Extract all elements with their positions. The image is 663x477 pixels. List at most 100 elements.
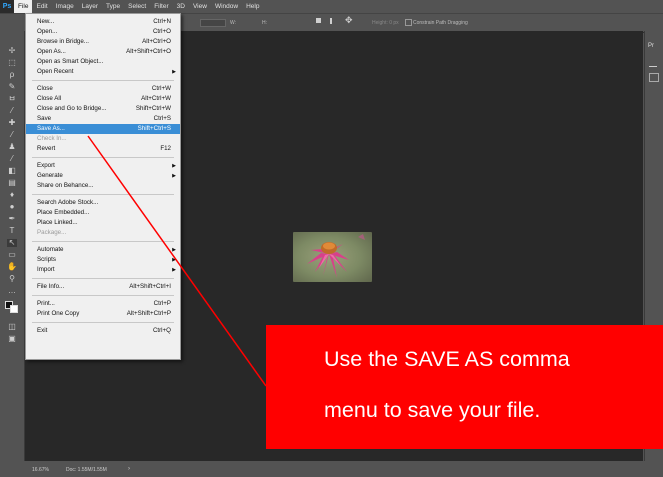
menu-item-shortcut: Alt+Shift+Ctrl+O — [126, 48, 171, 55]
width-field[interactable] — [200, 19, 226, 27]
menu-item-close-all[interactable]: Close All Alt+Ctrl+W — [26, 94, 180, 104]
menu-item-scripts[interactable]: Scripts ▶ — [26, 255, 180, 265]
path-alignment-icon[interactable] — [330, 18, 338, 24]
menu-item-import[interactable]: Import ▶ — [26, 265, 180, 275]
properties-panel-label[interactable]: Pr — [648, 43, 654, 49]
zoom-level[interactable]: 16.67% — [32, 467, 49, 473]
menu-image[interactable]: Image — [52, 0, 78, 13]
quick-select-icon[interactable]: ✎ — [7, 83, 17, 91]
status-arrow-icon[interactable]: › — [128, 466, 130, 472]
menu-item-label: Scripts — [37, 256, 56, 263]
screen-mode-icon[interactable]: ▣ — [7, 335, 17, 343]
type-tool-icon[interactable]: T — [7, 227, 17, 235]
rectangle-tool-icon[interactable]: ▭ — [7, 251, 17, 259]
menu-3d[interactable]: 3D — [173, 0, 189, 13]
adjustments-icon[interactable] — [649, 59, 657, 67]
menu-item-label: Close All — [37, 95, 62, 102]
blur-tool-icon[interactable]: ♦ — [7, 191, 17, 199]
background-color-swatch[interactable] — [10, 305, 18, 313]
more-tools-icon[interactable]: … — [7, 287, 17, 295]
hand-tool-icon[interactable]: ✋ — [7, 263, 17, 271]
menu-item-shortcut: Ctrl+O — [152, 28, 171, 35]
height-field-label: H: — [262, 20, 267, 26]
menu-item-place-linked[interactable]: Place Linked... — [26, 218, 180, 228]
menu-edit[interactable]: Edit — [32, 0, 51, 13]
menu-separator — [32, 278, 174, 279]
clone-stamp-icon[interactable]: ♟ — [7, 143, 17, 151]
menu-item-exit[interactable]: Exit Ctrl+Q — [26, 326, 180, 336]
menu-item-shortcut: F12 — [160, 145, 171, 152]
menu-window[interactable]: Window — [211, 0, 242, 13]
menu-item-shortcut: Ctrl+S — [153, 115, 171, 122]
tools-panel: ✢ ⬚ ρ ✎ ㅂ ⁄ ✚ ⁄ ♟ ⁄ ◧ ▤ ♦ ● ✒ T ↖ ▭ ✋ ⚲ … — [0, 31, 25, 461]
menu-item-generate[interactable]: Generate ▶ — [26, 171, 180, 181]
file-menu-dropdown: New... Ctrl+N Open... Ctrl+O Browse in Bri… — [25, 13, 181, 360]
menu-item-print[interactable]: Print... Ctrl+P — [26, 299, 180, 309]
layers-icon[interactable] — [649, 73, 659, 82]
eyedropper-icon[interactable]: ⁄ — [7, 107, 17, 115]
menu-item-share-on-behance[interactable]: Share on Behance... — [26, 181, 180, 191]
constrain-checkbox[interactable] — [405, 19, 412, 26]
lasso-tool-icon[interactable]: ρ — [7, 71, 17, 79]
menu-item-save[interactable]: Save Ctrl+S — [26, 114, 180, 124]
menu-item-shortcut: Ctrl+W — [151, 85, 171, 92]
quick-mask-icon[interactable]: ◫ — [7, 323, 17, 331]
menu-item-browse-in-bridge[interactable]: Browse in Bridge... Alt+Ctrl+O — [26, 37, 180, 47]
path-operations-icon[interactable] — [316, 18, 321, 23]
submenu-arrow-icon: ▶ — [172, 173, 176, 179]
menu-item-close[interactable]: Close Ctrl+W — [26, 84, 180, 94]
menu-item-shortcut: Ctrl+N — [153, 18, 171, 25]
submenu-arrow-icon: ▶ — [172, 247, 176, 253]
menu-item-label: Print... — [37, 300, 55, 307]
menu-item-place-embedded[interactable]: Place Embedded... — [26, 208, 180, 218]
menu-layer[interactable]: Layer — [78, 0, 102, 13]
history-brush-icon[interactable]: ⁄ — [7, 155, 17, 163]
crop-tool-icon[interactable]: ㅂ — [7, 95, 17, 103]
menu-item-open-as-smart-object[interactable]: Open as Smart Object... — [26, 57, 180, 67]
zoom-tool-icon[interactable]: ⚲ — [7, 275, 17, 283]
height-readout: Height: 0 px — [372, 20, 399, 26]
menu-item-label: Close — [37, 85, 53, 92]
menu-select[interactable]: Select — [124, 0, 150, 13]
path-select-icon[interactable]: ↖ — [7, 239, 17, 247]
menu-item-file-info[interactable]: File Info... Alt+Shift+Ctrl+I — [26, 282, 180, 292]
submenu-arrow-icon: ▶ — [172, 257, 176, 263]
menu-item-shortcut: Ctrl+Q — [152, 327, 171, 334]
menu-item-save-as[interactable]: Save As... Shift+Ctrl+S — [26, 124, 180, 134]
dodge-tool-icon[interactable]: ● — [7, 203, 17, 211]
menu-item-search-adobe-stock[interactable]: Search Adobe Stock... — [26, 198, 180, 208]
menu-item-label: Exit — [37, 327, 48, 334]
menu-item-open[interactable]: Open... Ctrl+O — [26, 27, 180, 37]
brush-tool-icon[interactable]: ⁄ — [7, 131, 17, 139]
menu-item-revert[interactable]: Revert F12 — [26, 144, 180, 154]
menu-filter[interactable]: Filter — [150, 0, 172, 13]
move-tool-icon[interactable]: ✢ — [7, 47, 17, 55]
menu-separator — [32, 241, 174, 242]
marquee-tool-icon[interactable]: ⬚ — [7, 59, 17, 67]
menu-item-print-one-copy[interactable]: Print One Copy Alt+Shift+Ctrl+P — [26, 309, 180, 319]
menu-item-new[interactable]: New... Ctrl+N — [26, 17, 180, 27]
menu-item-label: Browse in Bridge... — [37, 38, 89, 45]
menu-item-close-and-go-to-bridge[interactable]: Close and Go to Bridge... Shift+Ctrl+W — [26, 104, 180, 114]
menu-item-label: Print One Copy — [37, 310, 80, 317]
pen-tool-icon[interactable]: ✒ — [7, 215, 17, 223]
menu-item-label: Check In... — [37, 135, 67, 142]
menu-item-label: Revert — [37, 145, 56, 152]
menu-item-export[interactable]: Export ▶ — [26, 161, 180, 171]
menu-type[interactable]: Type — [102, 0, 124, 13]
submenu-arrow-icon: ▶ — [172, 69, 176, 75]
menu-item-open-as[interactable]: Open As... Alt+Shift+Ctrl+O — [26, 47, 180, 57]
menu-item-label: Place Embedded... — [37, 209, 90, 216]
menu-item-open-recent[interactable]: Open Recent ▶ — [26, 67, 180, 77]
healing-brush-icon[interactable]: ✚ — [7, 119, 17, 127]
menu-separator — [32, 80, 174, 81]
menu-view[interactable]: View — [189, 0, 211, 13]
menu-help[interactable]: Help — [242, 0, 263, 13]
menu-item-automate[interactable]: Automate ▶ — [26, 245, 180, 255]
gradient-tool-icon[interactable]: ▤ — [7, 179, 17, 187]
menu-file[interactable]: File — [14, 0, 33, 13]
path-arrangement-icon[interactable]: ✥ — [345, 15, 353, 26]
eraser-tool-icon[interactable]: ◧ — [7, 167, 17, 175]
menu-item-label: Share on Behance... — [37, 182, 94, 189]
menu-item-package: Package... — [26, 228, 180, 238]
